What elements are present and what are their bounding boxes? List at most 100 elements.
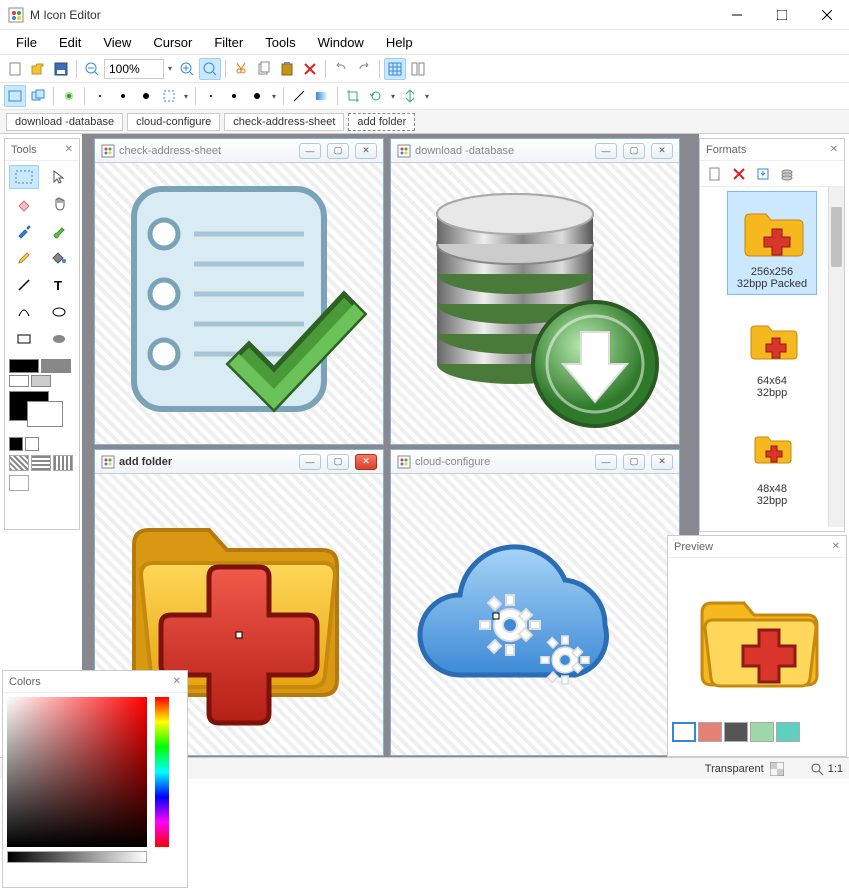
open-button[interactable]	[27, 58, 49, 80]
format-delete-button[interactable]	[728, 163, 750, 185]
child-close[interactable]: ✕	[651, 143, 673, 159]
grid-button[interactable]	[384, 58, 406, 80]
dot-dropdown[interactable]: ▾	[269, 92, 279, 101]
doctab-0[interactable]: download -database	[6, 113, 123, 131]
child-maximize[interactable]: ▢	[327, 143, 349, 159]
preview-swatch-4[interactable]	[750, 722, 774, 742]
pattern-3[interactable]	[53, 455, 73, 471]
new-button[interactable]	[4, 58, 26, 80]
brush-2-button[interactable]	[112, 85, 134, 107]
pattern-2[interactable]	[31, 455, 51, 471]
flip-button[interactable]	[399, 85, 421, 107]
dot-1-button[interactable]	[200, 85, 222, 107]
preview-swatch-3[interactable]	[724, 722, 748, 742]
pattern-4[interactable]	[9, 475, 29, 491]
minimize-button[interactable]	[714, 0, 759, 29]
effect-button[interactable]	[58, 85, 80, 107]
formats-list[interactable]: 256x256 32bpp Packed 64x64 32bpp 48x48 3…	[700, 187, 844, 527]
tool-pencil[interactable]	[9, 246, 39, 270]
maximize-button[interactable]	[759, 0, 804, 29]
zoom-in-button[interactable]	[176, 58, 198, 80]
delete-button[interactable]	[299, 58, 321, 80]
child-close[interactable]: ✕	[355, 454, 377, 470]
tool-eyedropper[interactable]	[9, 219, 39, 243]
menu-cursor[interactable]: Cursor	[143, 33, 202, 52]
luminance-slider[interactable]	[7, 851, 147, 863]
swatch-black[interactable]	[9, 359, 39, 373]
tool-brush[interactable]	[44, 219, 74, 243]
swatch-gray[interactable]	[41, 359, 71, 373]
tool-text[interactable]: T	[44, 273, 74, 297]
tool-rect-outline[interactable]	[9, 327, 39, 351]
child-close[interactable]: ✕	[651, 454, 673, 470]
doctab-2[interactable]: check-address-sheet	[224, 113, 344, 131]
child-minimize[interactable]: —	[299, 454, 321, 470]
format-layers-button[interactable]	[776, 163, 798, 185]
formats-scrollbar[interactable]	[828, 187, 844, 527]
background-color[interactable]	[27, 401, 63, 427]
format-item-256[interactable]: 256x256 32bpp Packed	[727, 191, 817, 295]
format-new-button[interactable]	[704, 163, 726, 185]
colors-panel-close[interactable]: ✕	[173, 676, 181, 687]
mini-swatch-fg[interactable]	[9, 437, 23, 451]
select-rect-button[interactable]	[4, 85, 26, 107]
hue-slider[interactable]	[155, 697, 169, 847]
child-cloud-configure[interactable]: cloud-configure — ▢ ✕	[390, 449, 680, 756]
brush-dropdown[interactable]: ▾	[181, 92, 191, 101]
menu-window[interactable]: Window	[308, 33, 374, 52]
canvas-download-database[interactable]	[391, 163, 679, 444]
tool-fill[interactable]	[44, 246, 74, 270]
preview-swatch-2[interactable]	[698, 722, 722, 742]
child-minimize[interactable]: —	[299, 143, 321, 159]
save-button[interactable]	[50, 58, 72, 80]
child-maximize[interactable]: ▢	[623, 143, 645, 159]
zoom-dropdown[interactable]: ▾	[165, 64, 175, 73]
flip-dropdown[interactable]: ▾	[422, 92, 432, 101]
format-item-more[interactable]	[728, 517, 816, 527]
format-import-button[interactable]	[752, 163, 774, 185]
rotate-dropdown[interactable]: ▾	[388, 92, 398, 101]
zoom-input[interactable]	[104, 59, 164, 79]
tool-curve[interactable]	[9, 300, 39, 324]
doctab-3[interactable]: add folder	[348, 113, 415, 131]
brush-3-button[interactable]	[135, 85, 157, 107]
copy-button[interactable]	[253, 58, 275, 80]
crop-button[interactable]	[342, 85, 364, 107]
preview-panel-close[interactable]: ✕	[832, 541, 840, 552]
canvas-check-address-sheet[interactable]	[95, 163, 383, 444]
tool-pointer[interactable]	[44, 165, 74, 189]
dot-3-button[interactable]	[246, 85, 268, 107]
redo-button[interactable]	[353, 58, 375, 80]
menu-help[interactable]: Help	[376, 33, 423, 52]
paste-button[interactable]	[276, 58, 298, 80]
tool-hand[interactable]	[44, 192, 74, 216]
tool-ellipse-fill[interactable]	[44, 327, 74, 351]
preview-swatch-5[interactable]	[776, 722, 800, 742]
canvas-cloud-configure[interactable]	[391, 474, 679, 755]
tools-panel-close[interactable]: ✕	[65, 144, 73, 155]
child-download-database[interactable]: download -database — ▢ ✕	[390, 138, 680, 445]
swatch-lightgray[interactable]	[31, 375, 51, 387]
menu-filter[interactable]: Filter	[204, 33, 253, 52]
doctab-1[interactable]: cloud-configure	[127, 113, 220, 131]
format-item-64[interactable]: 64x64 32bpp	[728, 301, 816, 403]
zoom-fit-button[interactable]	[199, 58, 221, 80]
child-maximize[interactable]: ▢	[623, 454, 645, 470]
tool-select-rect[interactable]	[9, 165, 39, 189]
child-close[interactable]: ✕	[355, 143, 377, 159]
mini-swatch-bg[interactable]	[25, 437, 39, 451]
cut-button[interactable]	[230, 58, 252, 80]
format-item-48[interactable]: 48x48 32bpp	[728, 409, 816, 511]
split-button[interactable]	[407, 58, 429, 80]
menu-tools[interactable]: Tools	[255, 33, 305, 52]
swatch-white[interactable]	[9, 375, 29, 387]
tool-eraser[interactable]	[9, 192, 39, 216]
tool-ellipse-outline[interactable]	[44, 300, 74, 324]
zoom-out-button[interactable]	[81, 58, 103, 80]
dot-2-button[interactable]	[223, 85, 245, 107]
menu-edit[interactable]: Edit	[49, 33, 91, 52]
brush-square-button[interactable]	[158, 85, 180, 107]
select-copy-button[interactable]	[27, 85, 49, 107]
child-minimize[interactable]: —	[595, 143, 617, 159]
brush-1-button[interactable]	[89, 85, 111, 107]
